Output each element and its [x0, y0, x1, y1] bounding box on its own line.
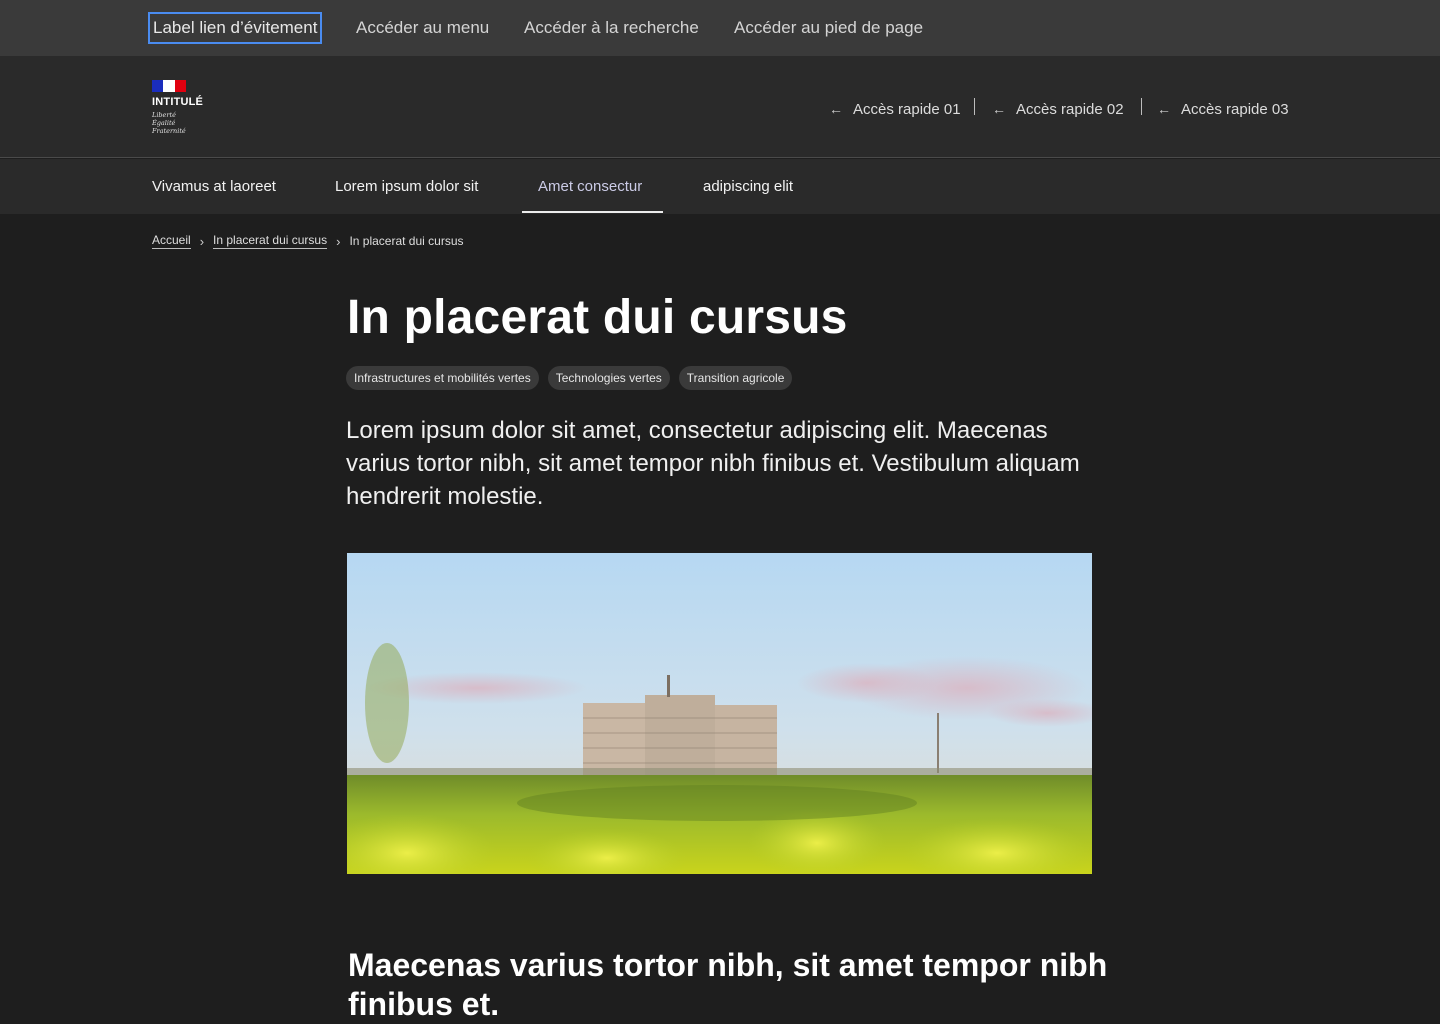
quick-access-1[interactable]: ← Accès rapide 01 — [829, 98, 961, 120]
motto-line: Fraternité — [152, 127, 186, 135]
tag-group: Infrastructures et mobilités vertes Tech… — [346, 366, 793, 390]
logo-title: INTITULÉ — [152, 96, 204, 108]
tag[interactable]: Technologies vertes — [547, 366, 670, 390]
page-title: In placerat dui cursus — [347, 291, 848, 344]
skiplink-content[interactable]: Label lien d’évitement — [148, 12, 323, 44]
breadcrumb-current: In placerat dui cursus — [349, 234, 464, 248]
main-navigation: Vivamus at laoreet Lorem ipsum dolor sit… — [0, 159, 1440, 214]
chevron-right-icon: › — [336, 233, 341, 249]
arrow-left-icon: ← — [829, 101, 843, 117]
hero-image — [347, 553, 1092, 874]
nav-item-lorem[interactable]: Lorem ipsum dolor sit — [335, 159, 478, 214]
lead-paragraph: Lorem ipsum dolor sit amet, consectetur … — [346, 417, 1080, 510]
skiplink-menu[interactable]: Accéder au menu — [356, 14, 489, 44]
site-header: INTITULÉ Liberté Égalité Fraternité ← Ac… — [0, 56, 1440, 158]
site-logo[interactable]: INTITULÉ Liberté Égalité Fraternité — [152, 80, 203, 135]
nav-active-indicator — [522, 211, 663, 213]
section-heading: Maecenas varius tortor nibh, sit amet te… — [348, 947, 1108, 1022]
quick-access-label: Accès rapide 01 — [853, 100, 961, 118]
quick-access-label: Accès rapide 02 — [1016, 100, 1124, 118]
skiplink-footer[interactable]: Accéder au pied de page — [734, 14, 923, 44]
nav-item-amet-active[interactable]: Amet consectur — [538, 159, 642, 214]
breadcrumb-link-home[interactable]: Accueil — [152, 233, 191, 249]
breadcrumb: Accueil › In placerat dui cursus › In pl… — [152, 231, 464, 251]
arrow-left-icon: ← — [992, 101, 1006, 117]
motto-line: Égalité — [152, 119, 176, 127]
skiplinks-bar: Label lien d’évitement Accéder au menu A… — [0, 0, 1440, 56]
quick-access-label: Accès rapide 03 — [1181, 100, 1289, 118]
quick-access-divider — [974, 98, 975, 115]
nav-item-vivamus[interactable]: Vivamus at laoreet — [152, 159, 276, 214]
tag[interactable]: Transition agricole — [678, 366, 793, 390]
quick-access-3[interactable]: ← Accès rapide 03 — [1157, 98, 1289, 120]
logo-motto: Liberté Égalité Fraternité — [152, 111, 203, 135]
chevron-right-icon: › — [199, 233, 205, 249]
quick-access-divider — [1141, 98, 1142, 115]
marianne-flag-icon — [152, 80, 186, 92]
skiplink-search[interactable]: Accéder à la recherche — [524, 14, 699, 44]
arrow-left-icon: ← — [1157, 101, 1171, 117]
quick-access-2[interactable]: ← Accès rapide 02 — [992, 98, 1124, 120]
motto-line: Liberté — [152, 111, 176, 119]
nav-item-adipiscing[interactable]: adipiscing elit — [703, 159, 793, 214]
breadcrumb-link-section[interactable]: In placerat dui cursus — [213, 233, 328, 249]
tag[interactable]: Infrastructures et mobilités vertes — [346, 366, 539, 390]
